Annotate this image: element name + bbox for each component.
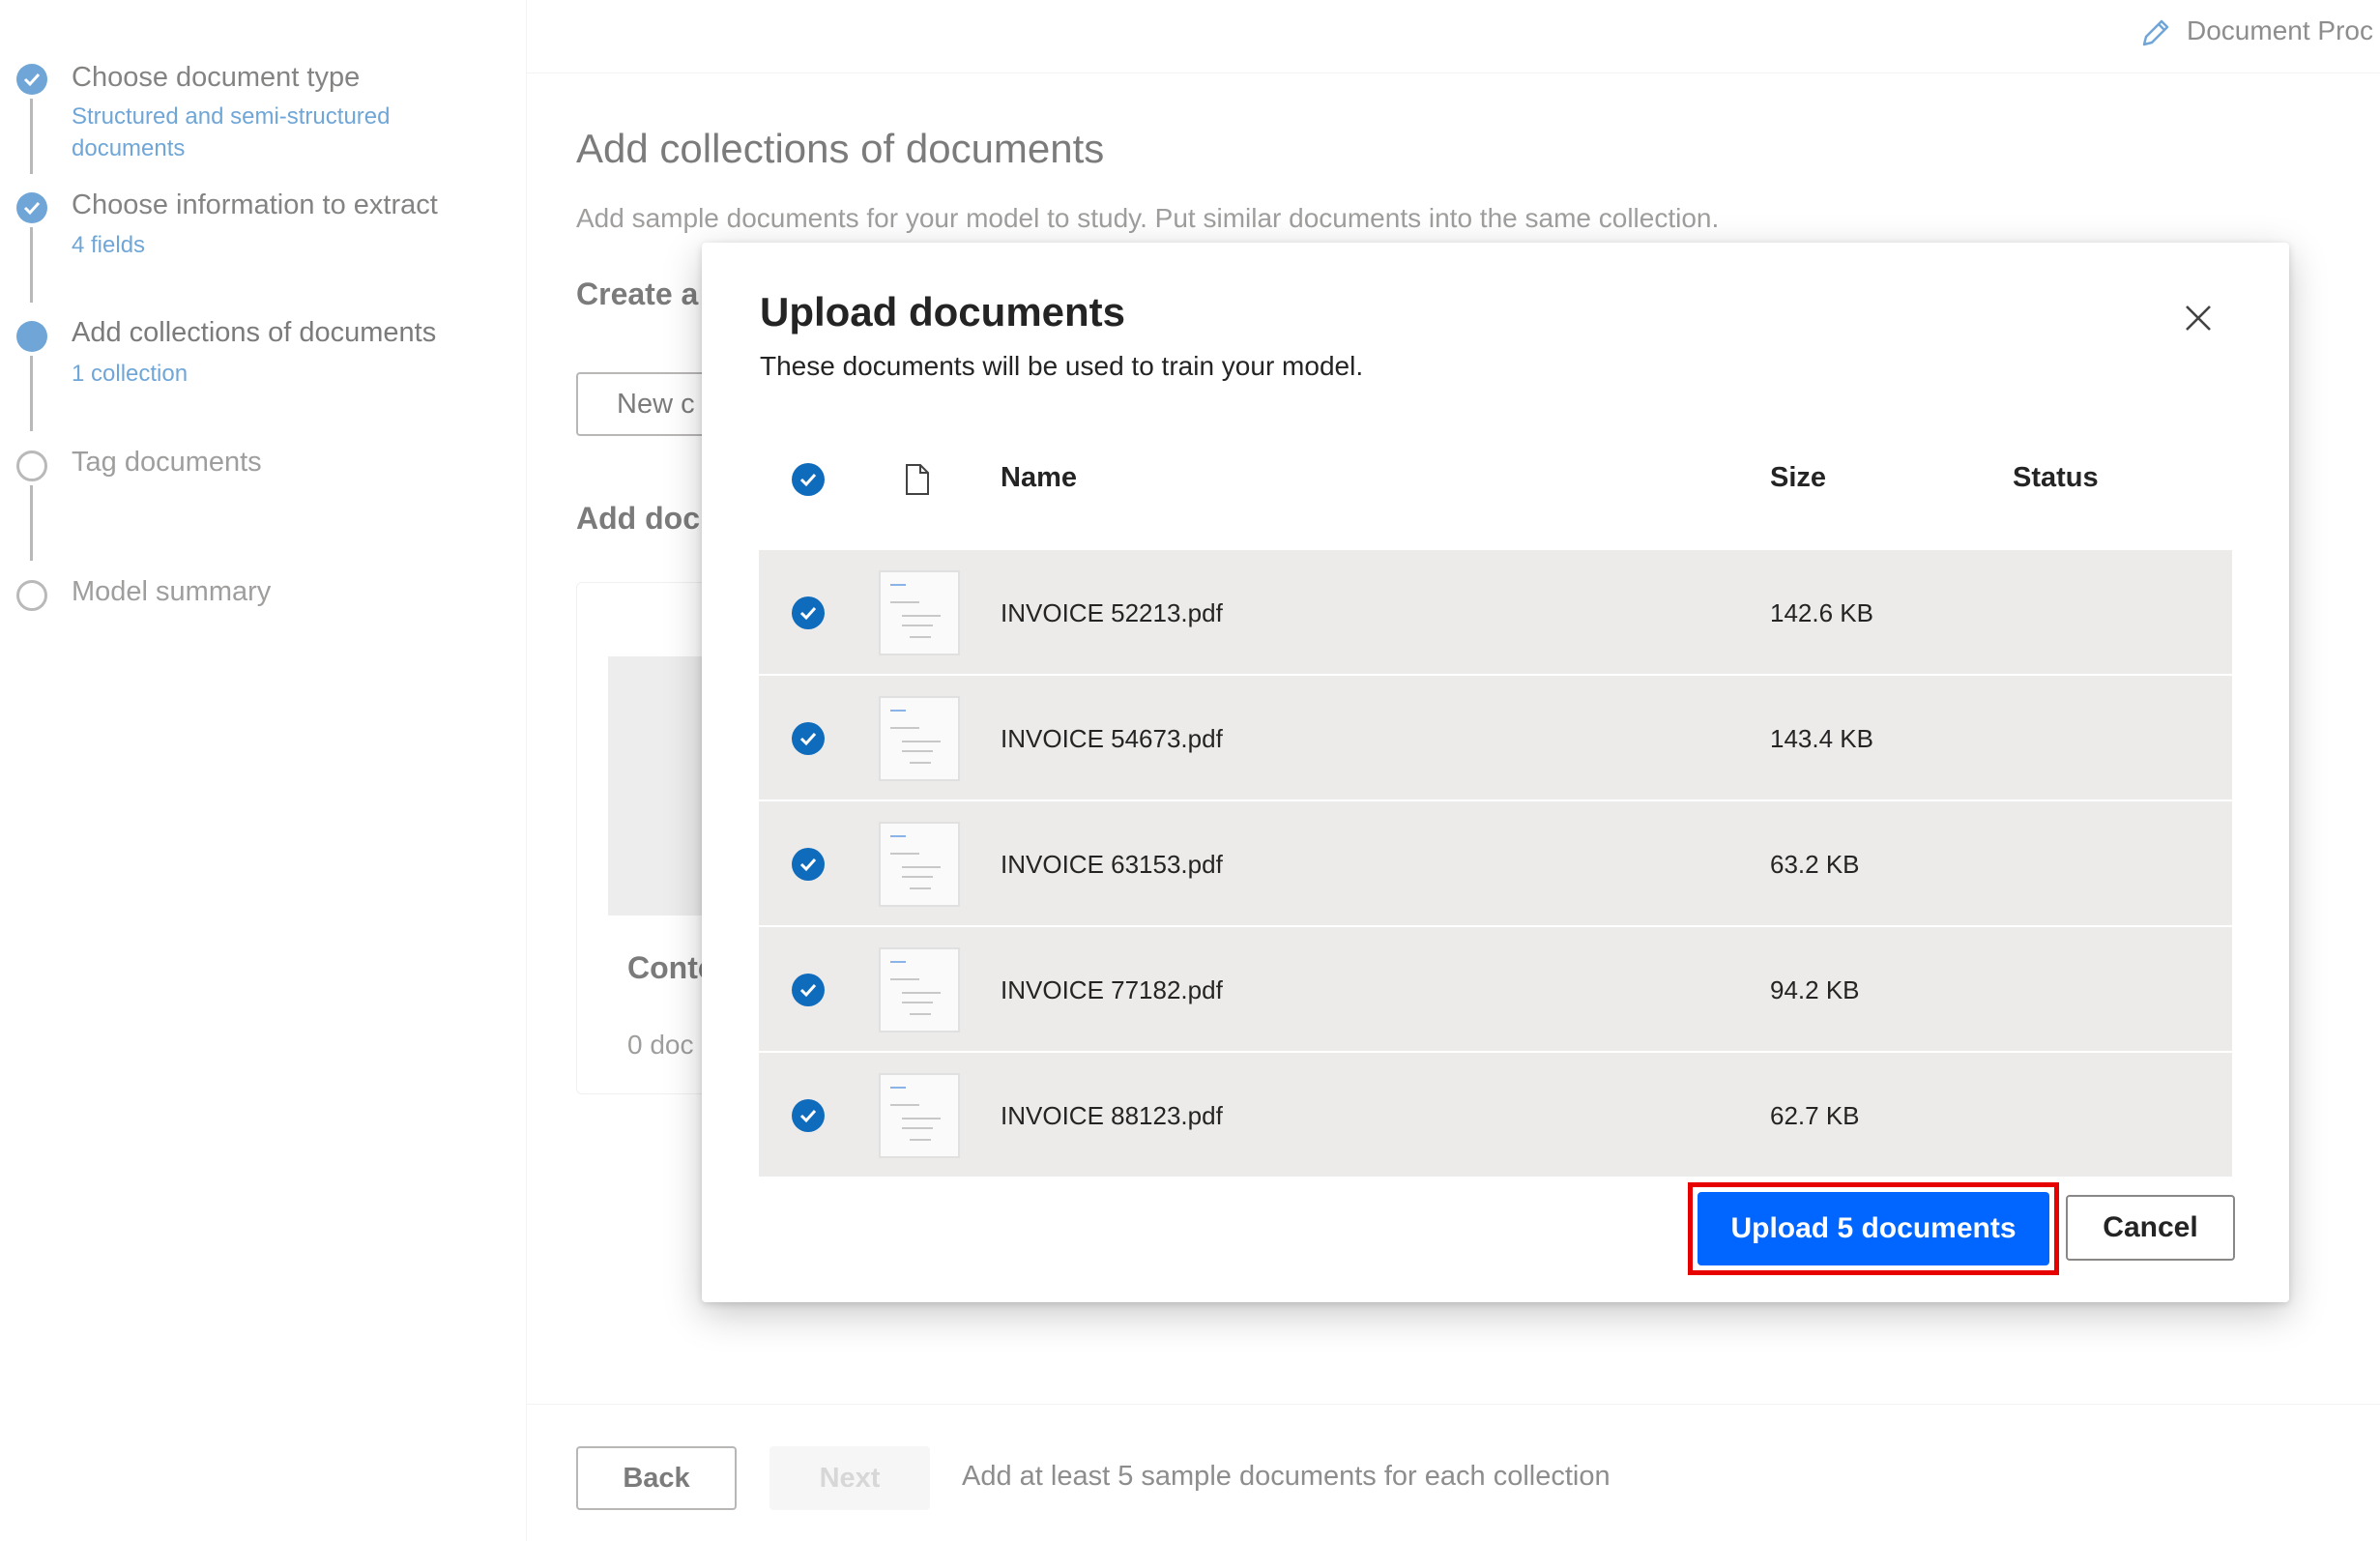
- upload-documents-dialog: Upload documents These documents will be…: [702, 243, 2289, 1302]
- check-icon: [799, 731, 817, 746]
- row-checkbox[interactable]: [792, 848, 825, 881]
- document-name: INVOICE 54673.pdf: [1001, 724, 1223, 754]
- documents-table: Name Size Status INVOICE 52213.pdf 142.6 …: [759, 409, 2232, 1178]
- check-icon: [799, 605, 817, 621]
- document-size: 94.2 KB: [1770, 975, 1860, 1005]
- row-checkbox[interactable]: [792, 722, 825, 755]
- table-row[interactable]: INVOICE 88123.pdf 62.7 KB: [759, 1053, 2232, 1178]
- dialog-title: Upload documents: [760, 289, 1125, 335]
- row-checkbox[interactable]: [792, 1099, 825, 1132]
- table-body: INVOICE 52213.pdf 142.6 KB INVOICE 54673.p…: [759, 550, 2232, 1178]
- table-row[interactable]: INVOICE 77182.pdf 94.2 KB: [759, 927, 2232, 1053]
- table-row[interactable]: INVOICE 52213.pdf 142.6 KB: [759, 550, 2232, 676]
- select-all-checkbox[interactable]: [792, 463, 825, 496]
- column-header-status[interactable]: Status: [2013, 462, 2099, 494]
- table-header: Name Size Status: [759, 409, 2232, 550]
- table-row[interactable]: INVOICE 54673.pdf 143.4 KB: [759, 676, 2232, 801]
- check-icon: [799, 982, 817, 998]
- document-icon: [904, 463, 931, 496]
- close-icon[interactable]: [2177, 297, 2220, 339]
- check-icon: [799, 857, 817, 872]
- document-thumbnail: [879, 822, 960, 907]
- dialog-description: These documents will be used to train yo…: [760, 351, 1363, 382]
- document-name: INVOICE 88123.pdf: [1001, 1101, 1223, 1131]
- document-thumbnail: [879, 947, 960, 1032]
- document-thumbnail: [879, 1073, 960, 1158]
- check-icon: [799, 472, 817, 487]
- cancel-button[interactable]: Cancel: [2066, 1195, 2235, 1261]
- document-name: INVOICE 77182.pdf: [1001, 975, 1223, 1005]
- column-header-name[interactable]: Name: [1001, 462, 1077, 494]
- row-checkbox[interactable]: [792, 596, 825, 629]
- upload-documents-button[interactable]: Upload 5 documents: [1698, 1192, 2049, 1265]
- column-header-size[interactable]: Size: [1770, 462, 1826, 494]
- document-name: INVOICE 52213.pdf: [1001, 598, 1223, 628]
- document-size: 143.4 KB: [1770, 724, 1873, 754]
- table-row[interactable]: INVOICE 63153.pdf 63.2 KB: [759, 801, 2232, 927]
- document-name: INVOICE 63153.pdf: [1001, 850, 1223, 880]
- document-size: 62.7 KB: [1770, 1101, 1860, 1131]
- document-thumbnail: [879, 696, 960, 781]
- check-icon: [799, 1108, 817, 1123]
- document-size: 63.2 KB: [1770, 850, 1860, 880]
- document-thumbnail: [879, 570, 960, 655]
- row-checkbox[interactable]: [792, 974, 825, 1006]
- document-size: 142.6 KB: [1770, 598, 1873, 628]
